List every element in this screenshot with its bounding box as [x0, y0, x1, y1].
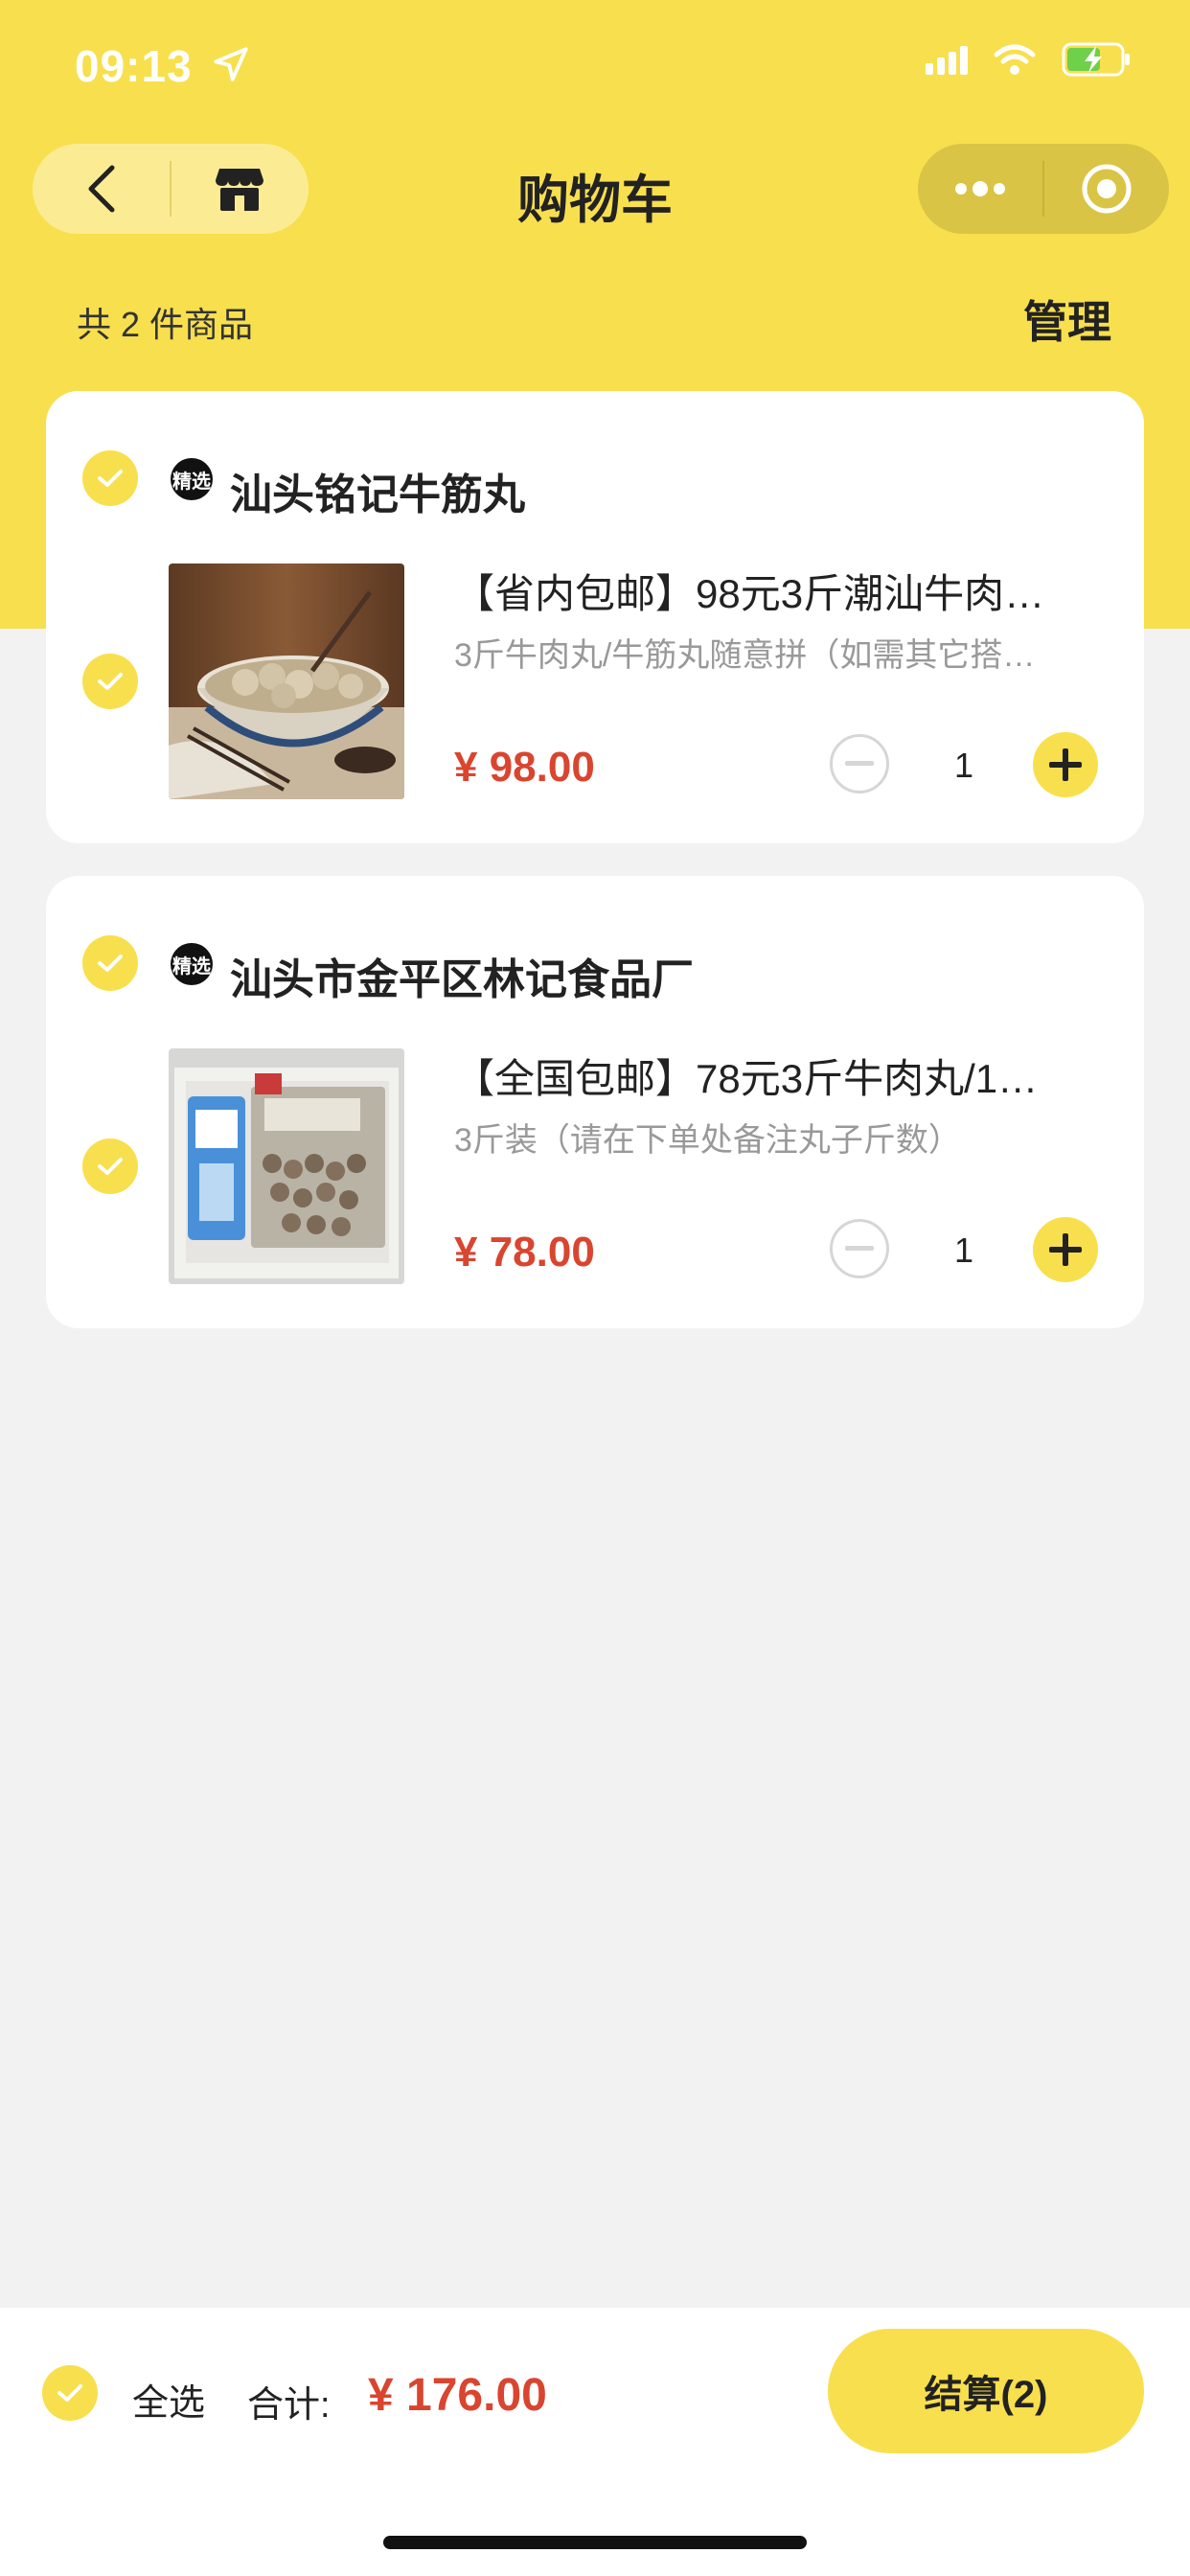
product-spec[interactable]: 3斤装（请在下单处备注丸子斤数） [454, 1114, 1087, 1161]
product-title[interactable]: 【全国包邮】78元3斤牛肉丸/1… [454, 1046, 1087, 1105]
check-icon [98, 673, 123, 690]
shop-select-checkbox[interactable] [82, 935, 138, 991]
manage-button[interactable]: 管理 [1023, 288, 1111, 351]
meatball-bowl-image [169, 564, 404, 799]
cellular-signal-icon [926, 46, 968, 75]
more-button[interactable] [918, 144, 1042, 234]
check-icon [98, 1158, 123, 1175]
minus-icon [845, 1246, 874, 1251]
more-dots-icon [955, 181, 1005, 196]
check-icon [98, 470, 123, 487]
item-select-checkbox[interactable] [82, 1138, 138, 1194]
total-value: ¥ 176.00 [368, 2370, 547, 2421]
plus-icon [1049, 748, 1082, 781]
shop-card: 精选 汕头铭记牛筋丸 【省内包邮】98元3斤潮汕牛肉… 3斤牛肉丸/牛筋丸随意拼… [46, 391, 1144, 843]
featured-badge: 精选 [171, 458, 213, 500]
check-icon [98, 954, 123, 972]
close-mini-program-button[interactable] [1044, 144, 1169, 234]
plus-icon [1049, 1233, 1082, 1266]
product-spec[interactable]: 3斤牛肉丸/牛筋丸随意拼（如需其它搭… [454, 629, 1087, 676]
target-close-icon [1082, 164, 1132, 214]
product-title[interactable]: 【省内包邮】98元3斤潮汕牛肉… [454, 562, 1087, 620]
location-arrow-icon [214, 47, 248, 81]
shop-select-checkbox[interactable] [82, 450, 138, 506]
home-indicator [383, 2536, 807, 2549]
product-price: ¥ 78.00 [454, 1229, 595, 1276]
shop-card: 精选 汕头市金平区林记食品厂 【全国包邮】78元3斤牛肉丸/1… 3斤装（请在下… [46, 876, 1144, 1328]
decrease-quantity-button[interactable] [830, 1219, 889, 1278]
select-all-checkbox[interactable] [42, 2365, 98, 2421]
shop-name[interactable]: 汕头市金平区林记食品厂 [230, 945, 694, 1006]
decrease-quantity-button[interactable] [830, 734, 889, 794]
checkout-button[interactable]: 结算(2) [828, 2329, 1144, 2453]
status-icons [926, 42, 1133, 77]
increase-quantity-button[interactable] [1033, 732, 1098, 797]
minus-icon [845, 761, 874, 766]
featured-badge: 精选 [171, 943, 213, 985]
wifi-icon [994, 44, 1036, 75]
product-price: ¥ 98.00 [454, 744, 595, 791]
item-select-checkbox[interactable] [82, 654, 138, 709]
product-image[interactable] [169, 564, 404, 799]
shop-name[interactable]: 汕头铭记牛筋丸 [230, 460, 525, 521]
quantity-value: 1 [953, 1230, 974, 1270]
packaged-meatballs-image [169, 1048, 404, 1284]
mini-program-capsule [918, 144, 1169, 234]
quantity-value: 1 [953, 746, 974, 785]
increase-quantity-button[interactable] [1033, 1217, 1098, 1282]
item-count: 共 2 件商品 [77, 305, 254, 344]
total-label: 合计: [247, 2385, 331, 2426]
status-time: 09:13 [75, 41, 193, 91]
product-image[interactable] [169, 1048, 404, 1284]
select-all-label[interactable]: 全选 [132, 2373, 205, 2426]
check-icon [57, 2384, 82, 2402]
battery-charging-icon [1062, 42, 1130, 77]
